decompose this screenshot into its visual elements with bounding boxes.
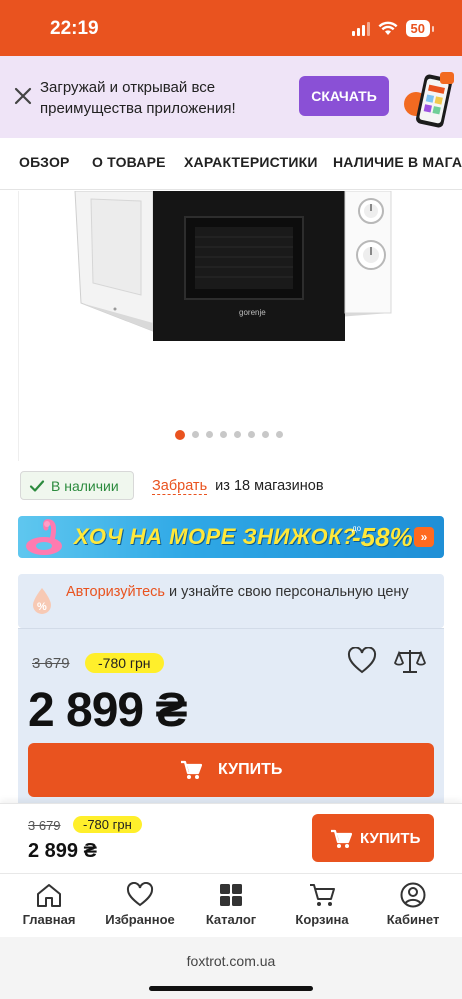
gallery-dot[interactable]: [248, 431, 255, 438]
status-time: 22:19: [50, 18, 99, 39]
gallery-dot[interactable]: [192, 431, 199, 438]
in-stock-label: В наличии: [51, 478, 119, 494]
in-stock-badge: В наличии: [20, 471, 134, 500]
brand-logo: gorenje: [239, 308, 266, 317]
gallery-dot[interactable]: [262, 431, 269, 438]
buy-button-label: КУПИТЬ: [218, 761, 283, 778]
nav-catalog[interactable]: Каталог: [186, 882, 276, 927]
current-price: 2 899 ₴: [28, 684, 187, 737]
home-icon: [37, 884, 61, 907]
nav-favorites[interactable]: Избранное: [95, 882, 185, 927]
nav-cart[interactable]: Корзина: [277, 882, 367, 927]
cart-icon: [331, 829, 352, 848]
auth-notice-text: Авторизуйтесь и узнайте свою персональну…: [66, 582, 426, 602]
nav-home[interactable]: Главная: [4, 882, 94, 927]
sticky-buy-bar: 3 679 -780 грн 2 899 ₴ КУПИТЬ: [0, 803, 462, 873]
percent-drop-icon: %: [33, 588, 51, 614]
gallery-dot[interactable]: [276, 431, 283, 438]
tab-overview[interactable]: ОБЗОР: [19, 154, 70, 170]
check-icon: [29, 480, 45, 492]
user-icon: [400, 882, 426, 908]
gallery-dot[interactable]: [234, 431, 241, 438]
battery-indicator: 50: [405, 20, 435, 37]
nav-home-label: Главная: [22, 912, 76, 927]
sticky-old-price: 3 679: [28, 818, 61, 833]
nav-account[interactable]: Кабинет: [368, 882, 458, 927]
compare-scales-icon[interactable]: [394, 647, 426, 675]
nav-catalog-label: Каталог: [205, 912, 257, 927]
close-icon[interactable]: [12, 85, 34, 107]
tab-availability[interactable]: НАЛИЧИЕ В МАГАЗИ: [333, 154, 462, 170]
pickup-info: Забрать из 18 магазинов: [152, 478, 324, 495]
nav-cart-label: Корзина: [295, 912, 349, 927]
status-icons: 50: [351, 20, 435, 37]
grid-icon: [220, 884, 242, 906]
gallery-dot[interactable]: [175, 430, 185, 440]
wifi-icon: [378, 21, 398, 35]
tab-specs[interactable]: ХАРАКТЕРИСТИКИ: [184, 154, 318, 170]
promo-percent: -58%: [352, 522, 413, 552]
buy-button[interactable]: КУПИТЬ: [28, 743, 434, 797]
gallery-dot[interactable]: [206, 431, 213, 438]
nav-account-label: Кабинет: [386, 912, 440, 927]
flamingo-float-icon: [26, 519, 62, 555]
promo-banner[interactable]: ХОЧ НА МОРЕ ЗНИЖОК? до -58% »: [18, 516, 444, 558]
bottom-navigation: Главная Избранное Каталог Корзина Кабине…: [0, 873, 462, 937]
gallery-dot[interactable]: [220, 431, 227, 438]
gallery-pagination: [175, 430, 283, 440]
cart-icon: [310, 884, 335, 906]
sticky-discount-badge: -780 грн: [73, 816, 142, 833]
tab-about[interactable]: О ТОВАРЕ: [92, 154, 166, 170]
cart-icon: [181, 760, 202, 779]
sticky-price: 2 899 ₴: [28, 840, 97, 862]
login-link[interactable]: Авторизуйтесь: [66, 584, 165, 600]
personal-price-notice: % Авторизуйтесь и узнайте свою персональ…: [18, 574, 444, 628]
promo-text: ХОЧ НА МОРЕ ЗНИЖОК?: [74, 524, 357, 549]
promo-arrow-icon[interactable]: »: [414, 527, 434, 547]
microwave-image: gorenje: [74, 191, 392, 341]
pickup-link[interactable]: Забрать: [152, 478, 208, 495]
auth-notice-suffix: и узнайте свою персональную цену: [164, 584, 409, 600]
app-download-banner: Загружай и открывай все преимущества при…: [0, 56, 462, 138]
heart-icon[interactable]: [347, 647, 377, 675]
sticky-buy-button[interactable]: КУПИТЬ: [312, 814, 434, 862]
heart-icon: [126, 882, 154, 907]
download-button[interactable]: СКАЧАТЬ: [299, 76, 389, 116]
pickup-stores-text: из 18 магазинов: [215, 478, 324, 494]
status-bar: 22:19 50: [0, 0, 462, 56]
url-text: foxtrot.com.ua: [186, 953, 276, 969]
discount-badge: -780 грн: [85, 653, 164, 673]
old-price: 3 679: [32, 655, 70, 672]
product-gallery[interactable]: gorenje: [18, 191, 444, 461]
home-indicator: [149, 986, 313, 991]
signal-icon: [351, 21, 370, 36]
nav-favorites-label: Избранное: [105, 912, 175, 927]
phone-app-illustration: [404, 72, 454, 128]
product-tabs: ОБЗОР О ТОВАРЕ ХАРАКТЕРИСТИКИ НАЛИЧИЕ В …: [0, 138, 462, 190]
sticky-buy-label: КУПИТЬ: [360, 830, 421, 847]
banner-text: Загружай и открывай все преимущества при…: [40, 79, 236, 117]
price-block: 3 679 -780 грн 2 899 ₴ КУПИТЬ: [18, 628, 444, 803]
svg-text:%: %: [37, 601, 47, 613]
